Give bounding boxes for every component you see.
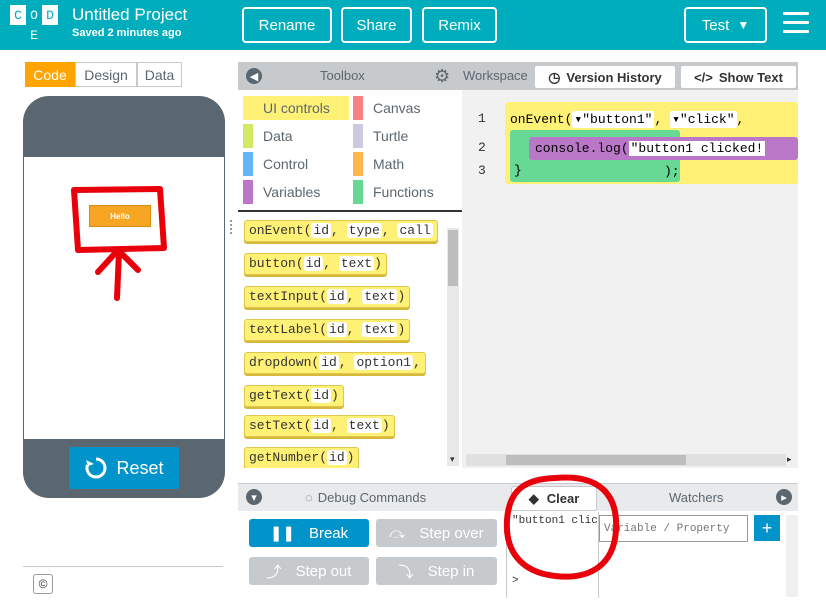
annotation-arrow — [114, 249, 122, 301]
annotation-circle — [503, 474, 620, 580]
annotation-box — [71, 186, 167, 253]
red-annotation-overlay — [71, 186, 620, 580]
